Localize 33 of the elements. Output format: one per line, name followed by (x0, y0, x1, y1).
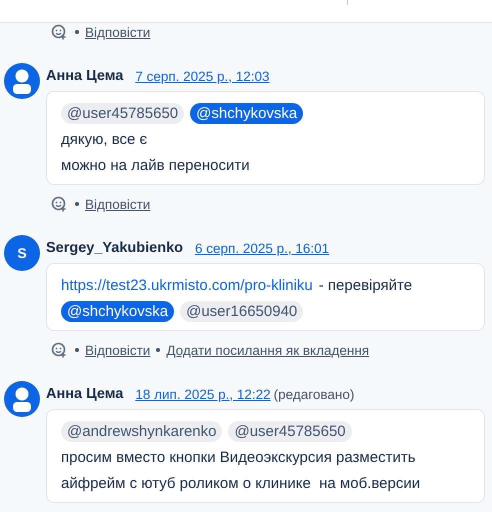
mention-tag[interactable]: @shchykovska (61, 300, 174, 322)
mention-tag[interactable]: @shchykovska (190, 102, 304, 124)
author-name: Анна Цема (46, 68, 124, 84)
timestamp-link[interactable]: 6 серп. 2025 р., 16:01 (195, 240, 330, 256)
timestamp-link[interactable]: 18 лип. 2025 р., 12:22 (135, 386, 271, 402)
comment-text: дякую, все є (61, 130, 148, 148)
comment-text: просим вместо кнопки Видеоэкскурсия разместить (61, 448, 416, 466)
reply-link[interactable]: Додати посилання як вкладення (166, 342, 370, 358)
author-name: Sergey_Yakubienko (46, 240, 184, 256)
reply-link[interactable]: Відповісти (85, 24, 150, 40)
mention-tag[interactable]: @user16650940 (180, 300, 304, 322)
separator-dot-icon (75, 348, 79, 352)
reply-link[interactable]: Відповісти (85, 196, 150, 212)
add-reaction-icon[interactable] (51, 24, 67, 40)
separator-dot-icon (75, 30, 79, 34)
avatar-icon (4, 63, 40, 99)
mention-tag[interactable]: @andrewshynkarenko (61, 420, 222, 442)
comment-text: - перевіряйте (318, 276, 412, 294)
mention-tag[interactable]: @user45785650 (61, 102, 184, 124)
reply-link[interactable]: Відповісти (85, 342, 150, 358)
separator-dot-icon (156, 348, 160, 352)
timestamp-link[interactable]: 7 серп. 2025 р., 12:03 (135, 68, 270, 84)
add-reaction-icon[interactable] (51, 196, 67, 212)
author-name: Анна Цема (46, 386, 124, 402)
url-link[interactable]: https://test23.ukrmisto.com/pro-kliniku (61, 276, 313, 294)
add-reaction-icon[interactable] (51, 342, 67, 358)
edited-label: (редаговано) (274, 386, 354, 402)
avatar-icon (4, 381, 40, 417)
mention-tag[interactable]: @user45785650 (228, 420, 352, 442)
comment-text: айфрейм с ютуб роликом о клинике на моб.версии (61, 474, 420, 492)
avatar: S (4, 235, 40, 271)
separator-dot-icon (75, 202, 79, 206)
comment-text: можно на лайв переносити (61, 156, 250, 174)
